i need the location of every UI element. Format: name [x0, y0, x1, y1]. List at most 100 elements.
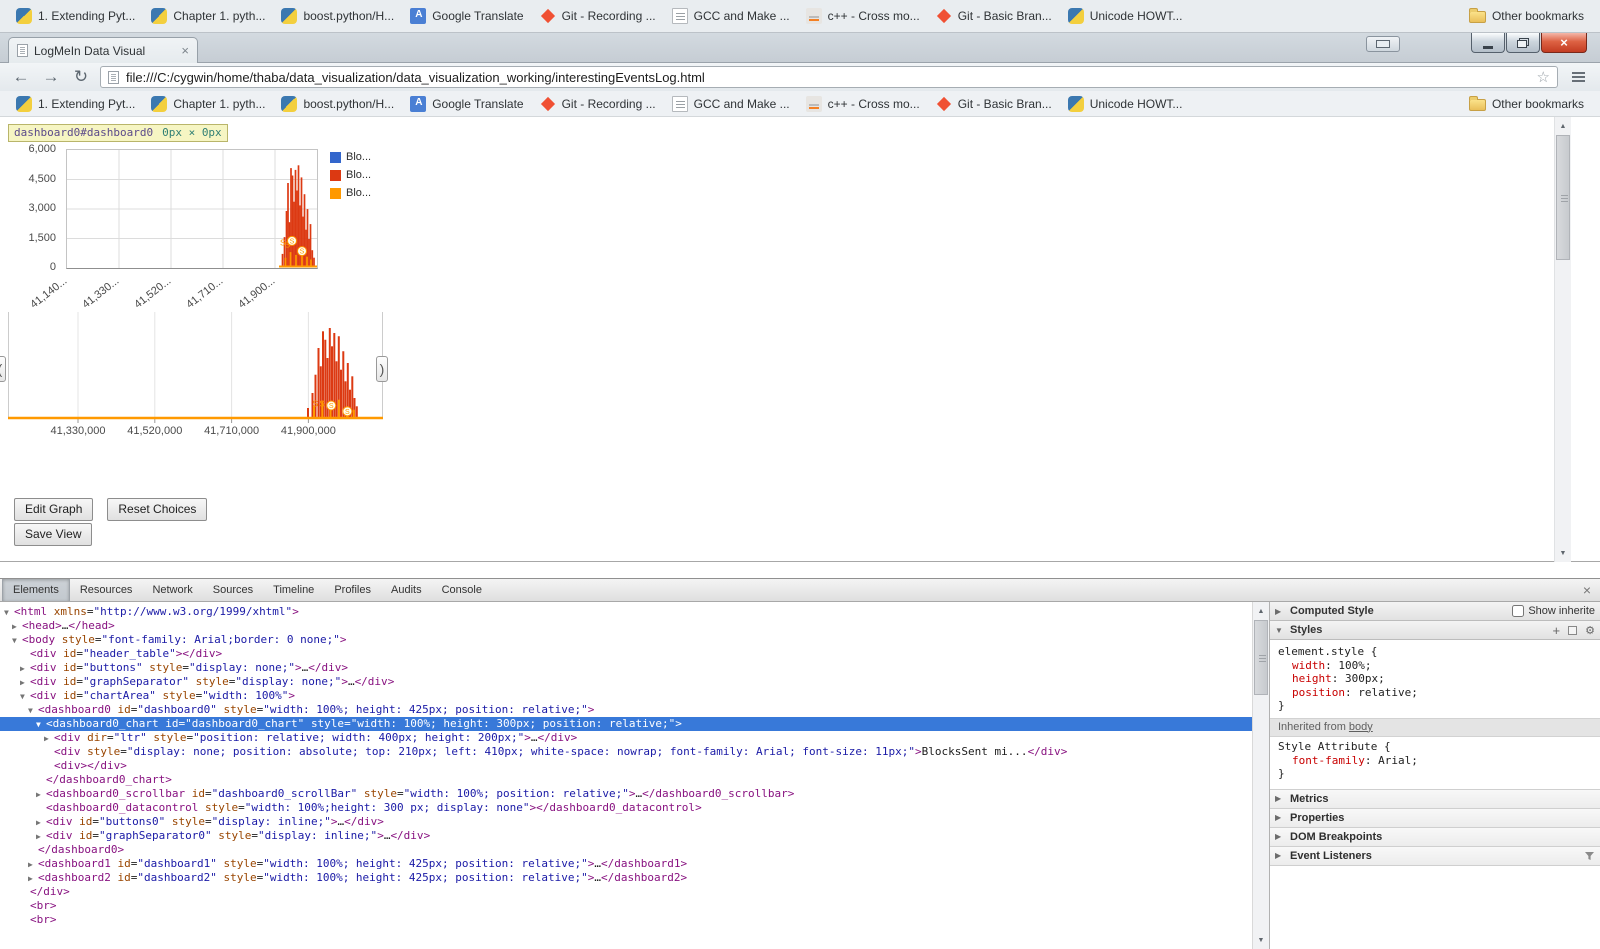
dom-tree-row[interactable]: <div></div>: [0, 759, 1252, 773]
minimize-button[interactable]: [1471, 33, 1505, 53]
scrollbar-thumb[interactable]: [1254, 620, 1268, 695]
bookmark-item[interactable]: Google Translate: [402, 93, 531, 115]
back-button[interactable]: ←: [10, 66, 32, 88]
css-property[interactable]: width: 100%;: [1278, 659, 1592, 673]
css-property[interactable]: position: relative;: [1278, 686, 1592, 700]
bookmark-item[interactable]: Git - Basic Bran...: [928, 93, 1060, 115]
sidebar-section-properties[interactable]: ▶ Properties: [1270, 808, 1600, 828]
dom-tree-row[interactable]: ▶ <dashboard1 id="dashboard1" style="widt…: [0, 857, 1252, 871]
css-selector[interactable]: element.style {: [1278, 645, 1592, 659]
scroll-down-icon[interactable]: ▼: [1555, 545, 1571, 561]
dom-tree-row[interactable]: ▼ <html xmlns="http://www.w3.org/1999/xht…: [0, 605, 1252, 619]
expanded-arrow-icon[interactable]: ▼: [20, 690, 30, 704]
menu-button[interactable]: [1566, 66, 1590, 88]
bookmark-item[interactable]: c++ - Cross mo...: [798, 93, 928, 115]
css-property[interactable]: height: 300px;: [1278, 672, 1592, 686]
expanded-arrow-icon[interactable]: ▼: [4, 606, 14, 620]
dom-tree-row[interactable]: </div>: [0, 885, 1252, 899]
reset-choices-button[interactable]: Reset Choices: [107, 498, 208, 521]
collapsed-arrow-icon[interactable]: ▶: [44, 732, 54, 746]
dom-tree-row[interactable]: </dashboard0_chart>: [0, 773, 1252, 787]
bookmark-item[interactable]: Chapter 1. pyth...: [143, 5, 273, 27]
devtools-tab-audits[interactable]: Audits: [381, 579, 432, 601]
address-bar[interactable]: file:///C:/cygwin/home/thaba/data_visual…: [100, 66, 1558, 88]
other-bookmarks-button[interactable]: Other bookmarks: [1461, 94, 1592, 114]
collapsed-arrow-icon[interactable]: ▶: [28, 872, 38, 886]
save-view-button[interactable]: Save View: [14, 523, 93, 546]
inherited-body-link[interactable]: body: [1349, 721, 1373, 733]
dom-tree-row[interactable]: <br>: [0, 913, 1252, 927]
gear-icon[interactable]: ⚙: [1585, 624, 1595, 637]
bookmark-star-icon[interactable]: ☆: [1537, 68, 1550, 86]
collapsed-arrow-icon[interactable]: ▶: [28, 858, 38, 872]
devtools-tab-console[interactable]: Console: [432, 579, 492, 601]
dom-tree-row[interactable]: <div id="header_table"></div>: [0, 647, 1252, 661]
reload-button[interactable]: ↻: [70, 66, 92, 88]
devtools-tab-sources[interactable]: Sources: [203, 579, 263, 601]
bookmark-item[interactable]: Git - Basic Bran...: [928, 5, 1060, 27]
dom-tree-row[interactable]: ▶ <div id="buttons0" style="display: inli…: [0, 815, 1252, 829]
add-style-rule-icon[interactable]: +: [1553, 624, 1561, 637]
scroll-down-icon[interactable]: ▼: [1253, 932, 1269, 948]
expanded-arrow-icon[interactable]: ▼: [28, 704, 38, 718]
dom-tree-row[interactable]: ▶ <dashboard2 id="dashboard2" style="widt…: [0, 871, 1252, 885]
devtools-tab-resources[interactable]: Resources: [70, 579, 143, 601]
devtools-close-icon[interactable]: ×: [1574, 582, 1600, 598]
dom-tree-row[interactable]: </dashboard0>: [0, 843, 1252, 857]
bookmark-item[interactable]: Chapter 1. pyth...: [143, 93, 273, 115]
page-scrollbar[interactable]: ▲ ▼: [1554, 117, 1571, 562]
filter-funnel-icon[interactable]: [1584, 851, 1595, 861]
window-mini-toolbar-button[interactable]: [1366, 36, 1400, 52]
devtools-tab-network[interactable]: Network: [142, 579, 202, 601]
show-inherited-checkbox[interactable]: [1512, 605, 1525, 617]
dom-tree-row[interactable]: ▶ <div id="graphSeparator" style="display…: [0, 675, 1252, 689]
collapsed-arrow-icon[interactable]: ▶: [36, 816, 46, 830]
forward-button[interactable]: →: [40, 66, 62, 88]
collapsed-arrow-icon[interactable]: ▶: [36, 788, 46, 802]
collapsed-arrow-icon[interactable]: ▶: [36, 830, 46, 844]
bookmark-item[interactable]: Git - Recording ...: [532, 5, 664, 27]
bookmark-item[interactable]: Unicode HOWT...: [1060, 5, 1191, 27]
main-chart-plot[interactable]: SSSS: [66, 149, 318, 269]
expanded-arrow-icon[interactable]: ▼: [36, 718, 46, 732]
bookmark-item[interactable]: boost.python/H...: [273, 93, 402, 115]
css-property[interactable]: font-family: Arial;: [1278, 754, 1592, 768]
browser-tab[interactable]: LogMeIn Data Visual ×: [8, 37, 198, 63]
computed-style-header[interactable]: ▶ Computed Style Show inherite: [1270, 602, 1600, 621]
bookmark-item[interactable]: 1. Extending Pyt...: [8, 5, 143, 27]
dom-tree-row[interactable]: ▼ <dashboard0 id="dashboard0" style="widt…: [0, 703, 1252, 717]
dom-tree-row[interactable]: <br>: [0, 899, 1252, 913]
scroll-up-icon[interactable]: ▲: [1555, 118, 1571, 134]
close-button[interactable]: ×: [1541, 33, 1587, 53]
range-left-handle[interactable]: (: [0, 356, 6, 382]
range-right-handle[interactable]: ): [376, 356, 388, 382]
scrollbar-thumb[interactable]: [1556, 135, 1570, 260]
dom-tree-row[interactable]: ▶ <div id="graphSeparator0" style="displa…: [0, 829, 1252, 843]
devtools-dom-tree[interactable]: ▼ <html xmlns="http://www.w3.org/1999/xht…: [0, 602, 1252, 949]
css-selector[interactable]: Style Attribute {: [1278, 740, 1592, 754]
bookmark-item[interactable]: GCC and Make ...: [664, 93, 798, 115]
edit-graph-button[interactable]: Edit Graph: [14, 498, 94, 521]
collapsed-arrow-icon[interactable]: ▶: [20, 676, 30, 690]
bookmark-item[interactable]: GCC and Make ...: [664, 5, 798, 27]
sidebar-section-dom-breakpoints[interactable]: ▶ DOM Breakpoints: [1270, 827, 1600, 847]
bookmark-item[interactable]: Git - Recording ...: [532, 93, 664, 115]
url-text[interactable]: file:///C:/cygwin/home/thaba/data_visual…: [126, 70, 1530, 85]
dom-tree-row[interactable]: <dashboard0_datacontrol style="width: 10…: [0, 801, 1252, 815]
tab-close-icon[interactable]: ×: [181, 43, 189, 58]
dom-tree-row[interactable]: ▶ <div dir="ltr" style="position: relativ…: [0, 731, 1252, 745]
styles-header[interactable]: ▼ Styles + ⚙: [1270, 621, 1600, 640]
sidebar-section-metrics[interactable]: ▶ Metrics: [1270, 789, 1600, 809]
element-state-icon[interactable]: [1568, 625, 1578, 635]
dom-tree-row[interactable]: ▶ <dashboard0_scrollbar id="dashboard0_sc…: [0, 787, 1252, 801]
devtools-tab-timeline[interactable]: Timeline: [263, 579, 324, 601]
bookmark-item[interactable]: Unicode HOWT...: [1060, 93, 1191, 115]
scroll-up-icon[interactable]: ▲: [1253, 603, 1269, 619]
range-selector-chart[interactable]: SSSS 41,330,000 41,520,000 41,710,000 41,90…: [0, 312, 400, 444]
devtools-tree-scrollbar[interactable]: ▲ ▼: [1252, 602, 1269, 949]
dom-tree-row[interactable]: ▶ <div id="buttons" style="display: none;…: [0, 661, 1252, 675]
dom-tree-row[interactable]: ▼ <body style="font-family: Arial;border:…: [0, 633, 1252, 647]
other-bookmarks-button[interactable]: Other bookmarks: [1461, 6, 1592, 26]
collapsed-arrow-icon[interactable]: ▶: [12, 620, 22, 634]
bookmark-item[interactable]: c++ - Cross mo...: [798, 5, 928, 27]
